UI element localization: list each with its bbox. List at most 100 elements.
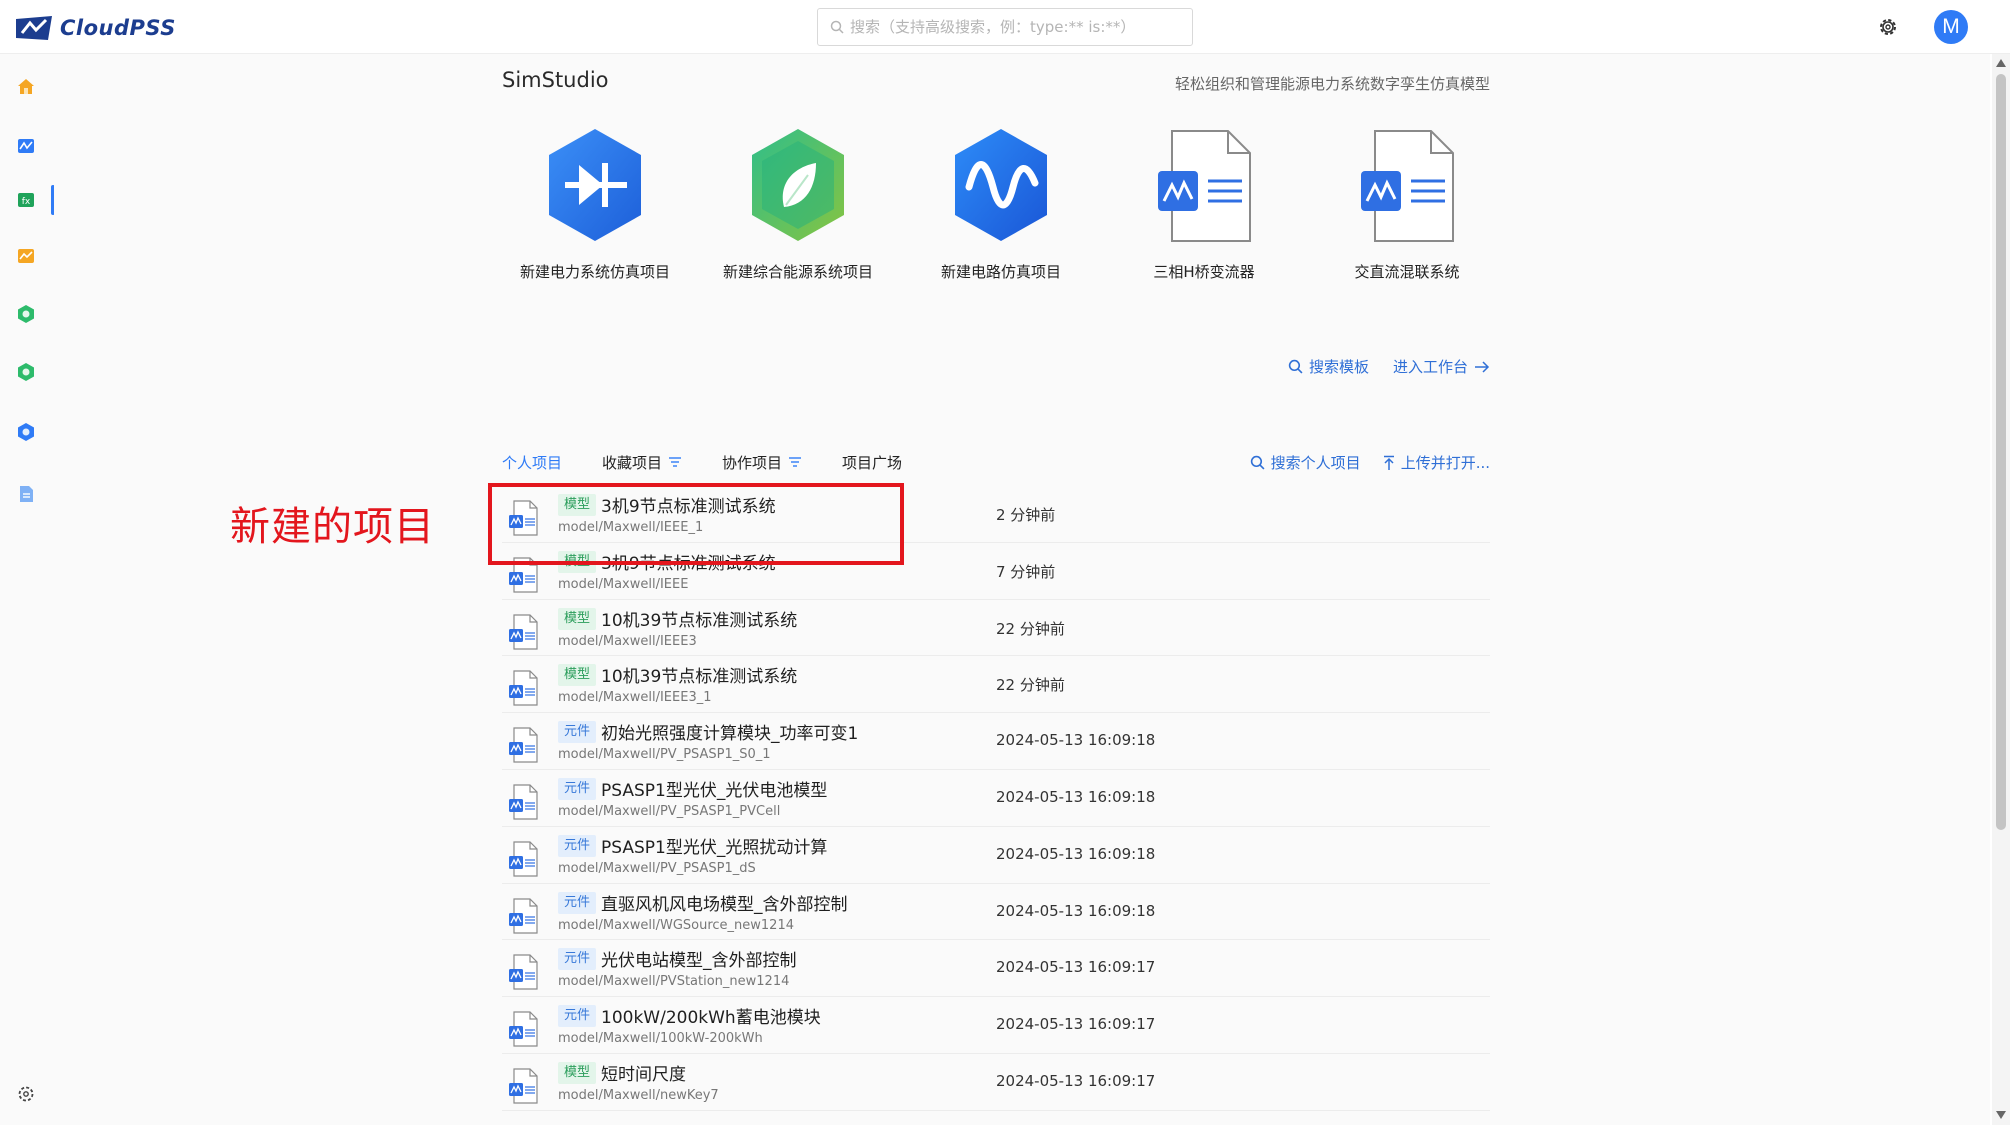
sidebar-item-docs[interactable]: [14, 482, 38, 506]
green-hex-icon: [18, 363, 34, 381]
project-name[interactable]: 直驱风机风电场模型_含外部控制: [601, 890, 848, 915]
project-list: 模型 3机9节点标准测试系统 model/Maxwell/IEEE_1 2 分钟前 模型…: [502, 486, 1490, 1111]
project-type-badge: 模型: [558, 1061, 597, 1084]
settings-gear-icon[interactable]: [1876, 15, 1900, 39]
project-modified-time: 2024-05-13 16:09:17: [996, 1071, 1156, 1090]
project-row[interactable]: 模型 3机9节点标准测试系统 model/Maxwell/IEEE 7 分钟前: [502, 543, 1490, 600]
sidebar-item-appstudio[interactable]: [14, 244, 38, 268]
project-modified-time: 2 分钟前: [996, 506, 1056, 524]
project-file-icon: [509, 727, 538, 763]
project-type-badge: 元件: [558, 834, 597, 857]
search-templates-link[interactable]: 搜索模板: [1288, 356, 1369, 377]
project-name[interactable]: 10机39节点标准测试系统: [601, 606, 797, 631]
tab-favorite-projects[interactable]: 收藏项目: [602, 450, 682, 480]
template-new-integrated-energy[interactable]: 新建综合能源系统项目: [718, 127, 878, 282]
filter-icon[interactable]: [788, 456, 802, 468]
template-ac-dc-hybrid[interactable]: 交直流混联系统: [1327, 127, 1487, 282]
project-name[interactable]: 光伏电站模型_含外部控制: [601, 946, 797, 971]
scrollbar-thumb[interactable]: [1996, 74, 2006, 830]
project-name[interactable]: PSASP1型光伏_光伏电池模型: [601, 776, 827, 801]
project-type-badge: 模型: [558, 494, 597, 516]
project-type-badge: 元件: [558, 721, 597, 744]
search-icon: [1288, 359, 1303, 374]
project-type-badge: 元件: [558, 891, 597, 914]
tab-label: 项目广场: [842, 453, 903, 472]
project-type-badge: 元件: [558, 777, 597, 800]
project-tabs: 个人项目 收藏项目 协作项目 项目广场: [502, 450, 942, 486]
search-personal-projects-link[interactable]: 搜索个人项目: [1250, 452, 1361, 473]
template-three-phase-h-bridge[interactable]: 三相H桥变流器: [1124, 127, 1284, 282]
project-name[interactable]: 3机9节点标准测试系统: [601, 492, 776, 517]
project-row[interactable]: 元件 直驱风机风电场模型_含外部控制 model/Maxwell/WGSource_…: [502, 884, 1490, 941]
template-label: 三相H桥变流器: [1153, 263, 1255, 281]
project-row[interactable]: 元件 100kW/200kWh蓄电池模块 model/Maxwell/100kW-2…: [502, 997, 1490, 1054]
sidebar-item-home[interactable]: [14, 74, 38, 98]
project-file-icon: [509, 897, 538, 934]
home-icon: [18, 79, 34, 94]
tab-label: 个人项目: [502, 453, 563, 472]
scroll-down-arrow-icon[interactable]: [1995, 1110, 2007, 1120]
upload-open-link[interactable]: 上传并打开...: [1383, 452, 1490, 473]
search-icon: [830, 20, 844, 34]
project-path: model/Maxwell/IEEE3: [558, 633, 697, 649]
upload-arrow-icon: [1383, 455, 1394, 470]
tab-personal-projects[interactable]: 个人项目: [502, 450, 563, 486]
project-row[interactable]: 模型 10机39节点标准测试系统 model/Maxwell/IEEE3_1 22 分…: [502, 656, 1490, 714]
sidebar-settings-gear-icon[interactable]: [15, 1083, 37, 1105]
project-name[interactable]: 3机9节点标准测试系统: [601, 549, 776, 574]
project-file-icon: [509, 954, 538, 990]
search-templates-label: 搜索模板: [1308, 358, 1369, 376]
template-new-circuit[interactable]: 新建电路仿真项目: [921, 127, 1081, 282]
project-path: model/Maxwell/IEEE: [558, 576, 689, 592]
cloudpss-logo[interactable]: CloudPSS: [14, 14, 176, 42]
simstudio-icon: [18, 139, 34, 153]
project-modified-time: 2024-05-13 16:09:18: [996, 844, 1156, 863]
page-title: SimStudio: [502, 68, 609, 92]
project-row[interactable]: 模型 10机39节点标准测试系统 model/Maxwell/IEEE3 22 分钟前: [502, 600, 1490, 657]
project-type-badge: 模型: [558, 607, 597, 630]
green-hex-icon: [18, 305, 34, 323]
filter-icon[interactable]: [668, 456, 682, 468]
project-name[interactable]: 短时间尺度: [601, 1060, 686, 1085]
sidebar-item-hex-green-1[interactable]: [14, 302, 38, 326]
project-row[interactable]: 模型 短时间尺度 model/Maxwell/newKey7 2024-05-13 1…: [502, 1054, 1490, 1111]
project-path: model/Maxwell/PV_PSASP1_S0_1: [558, 747, 771, 763]
sidebar-item-hex-blue[interactable]: [14, 420, 38, 444]
project-name[interactable]: 100kW/200kWh蓄电池模块: [601, 1003, 821, 1028]
project-row[interactable]: 元件 PSASP1型光伏_光照扰动计算 model/Maxwell/PV_PSASP…: [502, 827, 1490, 884]
sidebar-item-hex-green-2[interactable]: [14, 360, 38, 384]
sidebar-item-functionstudio[interactable]: fx: [14, 188, 38, 212]
appstudio-icon: [18, 249, 34, 263]
cloudpss-logo-icon: [16, 16, 52, 40]
enter-workbench-link[interactable]: 进入工作台: [1393, 356, 1490, 377]
upload-open-label: 上传并打开...: [1400, 454, 1490, 472]
template-new-power-system[interactable]: 新建电力系统仿真项目: [515, 127, 675, 282]
integrated-energy-icon: [752, 129, 844, 241]
project-type-badge: 元件: [558, 1005, 597, 1028]
project-file-icon: [509, 557, 538, 593]
project-path: model/Maxwell/PV_PSASP1_dS: [558, 860, 756, 876]
template-label: 交直流混联系统: [1354, 263, 1460, 281]
template-links: 搜索模板 进入工作台: [1288, 356, 1490, 377]
project-row[interactable]: 模型 3机9节点标准测试系统 model/Maxwell/IEEE_1 2 分钟前: [502, 486, 1490, 543]
tab-project-plaza[interactable]: 项目广场: [842, 450, 902, 480]
tab-actions: 搜索个人项目 上传并打开...: [1250, 452, 1490, 473]
project-path: model/Maxwell/100kW-200kWh: [558, 1031, 763, 1047]
sidebar-item-simstudio[interactable]: [14, 134, 38, 158]
scroll-up-arrow-icon[interactable]: [1995, 58, 2007, 68]
project-modified-time: 2024-05-13 16:09:18: [996, 901, 1156, 920]
project-row[interactable]: 元件 PSASP1型光伏_光伏电池模型 model/Maxwell/PV_PSASP…: [502, 770, 1490, 827]
user-avatar[interactable]: M: [1934, 10, 1968, 44]
project-row[interactable]: 元件 初始光照强度计算模块_功率可变1 model/Maxwell/PV_PSASP…: [502, 713, 1490, 770]
project-path: model/Maxwell/PVStation_new1214: [558, 974, 790, 990]
search-input[interactable]: [850, 12, 1192, 42]
project-name[interactable]: 初始光照强度计算模块_功率可变1: [601, 719, 858, 744]
template-label: 新建电路仿真项目: [940, 263, 1061, 281]
global-search[interactable]: [817, 8, 1193, 46]
project-name[interactable]: PSASP1型光伏_光照扰动计算: [601, 833, 827, 858]
project-name[interactable]: 10机39节点标准测试系统: [601, 662, 797, 687]
project-row[interactable]: 元件 光伏电站模型_含外部控制 model/Maxwell/PVStation_ne…: [502, 940, 1490, 998]
project-path: model/Maxwell/IEEE3_1: [558, 690, 712, 706]
doc-icon: [20, 486, 33, 502]
tab-collaboration-projects[interactable]: 协作项目: [722, 450, 802, 480]
